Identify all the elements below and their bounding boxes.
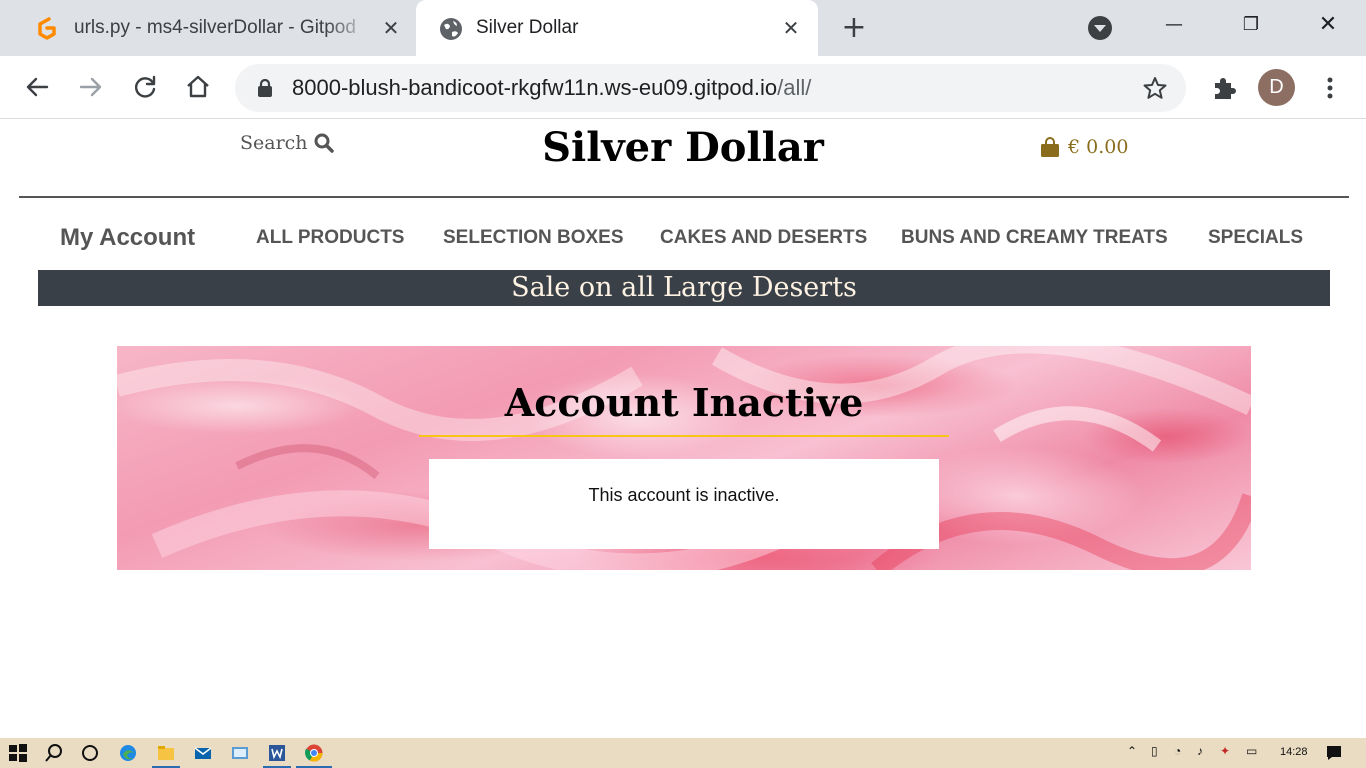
forward-icon[interactable] [76,72,106,102]
file-explorer-icon[interactable] [156,743,176,763]
extensions-puzzle-icon[interactable] [1210,74,1238,102]
reload-icon[interactable] [130,72,160,102]
windows-taskbar: ⌃ ▯ ◔ ♪ ✦ ▭ 14:28 [0,738,1366,768]
main-navigation: My Account ALL PRODUCTS SELECTION BOXES … [0,220,1366,256]
browser-tab-strip: urls.py - ms4-silverDollar - Gitpod ✕ Si… [0,0,1366,56]
tray-overflow-icon[interactable]: ⌃ [1127,744,1137,758]
windows-start-icon[interactable] [8,743,28,763]
browser-toolbar: 8000-blush-bandicoot-rkgfw11n.ws-eu09.gi… [0,56,1366,119]
site-logo[interactable]: Silver Dollar [0,124,1366,171]
nav-specials[interactable]: SPECIALS [1208,227,1303,249]
url-host: 8000-blush-bandicoot-rkgfw11n.ws-eu09.gi… [292,75,778,100]
keyboard-icon[interactable]: ▭ [1246,744,1257,758]
bookmark-star-icon[interactable] [1142,75,1168,101]
shopping-bag-icon [1041,137,1059,157]
close-tab-icon[interactable]: ✕ [381,18,401,38]
shopping-bag-link[interactable]: € 0.00 [1040,136,1128,158]
volume-icon[interactable]: ♪ [1197,744,1203,758]
dropbox-icon[interactable]: ✦ [1220,744,1230,758]
header-divider [19,196,1349,198]
back-icon[interactable] [22,72,52,102]
address-bar[interactable]: 8000-blush-bandicoot-rkgfw11n.ws-eu09.gi… [235,64,1186,112]
task-view-icon[interactable] [80,743,100,763]
page-title: Account Inactive [504,380,864,425]
inactive-message: This account is inactive. [588,485,780,505]
nav-selection-boxes[interactable]: SELECTION BOXES [443,227,624,249]
url-path: /all/ [777,75,812,100]
my-account-menu[interactable]: My Account [60,224,195,252]
url-text: 8000-blush-bandicoot-rkgfw11n.ws-eu09.gi… [292,75,811,101]
control-panel-icon[interactable] [230,743,250,763]
tab-search-icon[interactable] [1088,16,1112,40]
minimize-button[interactable]: — [1156,10,1192,40]
chrome-icon[interactable] [304,743,324,763]
battery-icon[interactable]: ▯ [1151,744,1158,758]
notifications-icon[interactable] [1324,743,1344,763]
gitpod-icon [38,17,56,40]
nav-cakes-and-deserts[interactable]: CAKES AND DESERTS [660,227,867,249]
nav-all-products[interactable]: ALL PRODUCTS [256,227,404,249]
new-tab-button[interactable]: + [840,13,868,43]
tab-gitpod[interactable]: urls.py - ms4-silverDollar - Gitpod ✕ [0,0,412,56]
taskbar-search-icon[interactable] [44,743,64,763]
tab-silver-dollar[interactable]: Silver Dollar ✕ [416,0,818,56]
wifi-icon[interactable]: ◔ [1174,744,1181,758]
close-tab-icon[interactable]: ✕ [781,18,801,38]
title-underline [419,435,949,437]
tab-title: urls.py - ms4-silverDollar - Gitpod [74,17,356,38]
cart-total: € 0.00 [1068,136,1129,158]
taskbar-clock[interactable]: 14:28 [1280,746,1308,758]
nav-buns-and-creamy-treats[interactable]: BUNS AND CREAMY TREATS [901,227,1168,249]
message-card: This account is inactive. [429,459,939,549]
tab-title: Silver Dollar [476,17,579,38]
edge-icon[interactable] [118,743,138,763]
browser-menu-icon[interactable] [1320,76,1340,100]
web-page: Search Silver Dollar € 0.00 My Account A… [0,120,1366,738]
maximize-button[interactable]: ❐ [1233,10,1269,40]
promo-banner: Sale on all Large Deserts [38,270,1330,306]
lock-icon[interactable] [257,79,273,97]
word-icon[interactable] [267,743,287,763]
profile-avatar[interactable]: D [1258,69,1295,106]
hero-section: Account Inactive This account is inactiv… [117,346,1251,570]
close-window-button[interactable]: ✕ [1310,10,1346,40]
mail-icon[interactable] [193,743,213,763]
home-icon[interactable] [183,72,213,102]
globe-icon [440,18,462,40]
